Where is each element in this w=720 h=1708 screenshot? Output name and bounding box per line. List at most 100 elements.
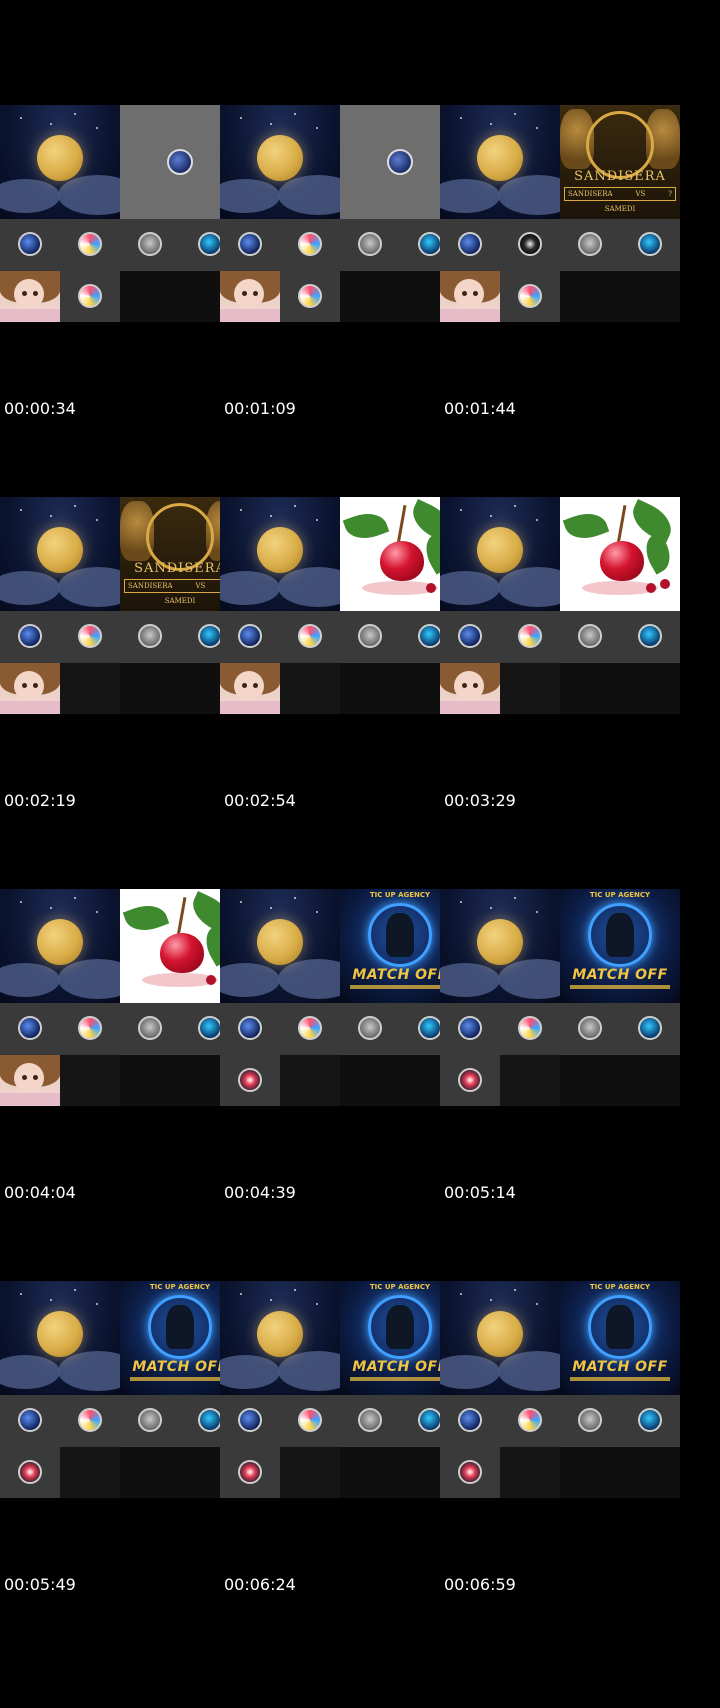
cherry-image-tile bbox=[560, 497, 680, 611]
girl-video-tile[interactable] bbox=[0, 1055, 60, 1106]
participant-tile[interactable] bbox=[220, 1003, 280, 1055]
girl-video-tile[interactable] bbox=[220, 663, 280, 714]
participant-tile[interactable] bbox=[220, 1055, 280, 1106]
fighter-silhouette bbox=[166, 1305, 194, 1349]
participant-avatar bbox=[638, 1016, 662, 1040]
participant-tile[interactable] bbox=[280, 219, 340, 271]
participant-tile[interactable] bbox=[440, 1055, 500, 1106]
participant-tile[interactable] bbox=[0, 1395, 60, 1447]
participant-tile[interactable] bbox=[560, 219, 620, 271]
poster-title: SANDISERA bbox=[574, 169, 666, 184]
participant-tile[interactable] bbox=[340, 1395, 400, 1447]
video-thumbnail[interactable]: 00:01:09 bbox=[220, 0, 460, 427]
participant-tile[interactable] bbox=[440, 611, 500, 663]
moon-video-tile bbox=[440, 889, 560, 1003]
participant-tile[interactable] bbox=[60, 611, 120, 663]
participant-tile[interactable] bbox=[60, 219, 120, 271]
timestamp-label: 00:06:24 bbox=[224, 1575, 296, 1594]
moon-video-tile bbox=[440, 497, 560, 611]
video-thumbnail[interactable]: 00:02:54 bbox=[220, 392, 460, 819]
empty-tile bbox=[120, 271, 180, 322]
girl-video-tile[interactable] bbox=[440, 663, 500, 714]
participant-tile[interactable] bbox=[0, 1447, 60, 1498]
participant-tile[interactable] bbox=[60, 271, 120, 322]
participant-tile[interactable] bbox=[620, 1003, 680, 1055]
participant-avatar bbox=[198, 1408, 222, 1432]
participant-tile[interactable] bbox=[280, 1395, 340, 1447]
video-thumbnail[interactable]: TIC UP AGENCY MATCH OFF 00:06:24 bbox=[220, 1176, 460, 1603]
video-thumbnail[interactable]: 00:03:29 bbox=[440, 392, 680, 819]
video-thumbnail[interactable]: TIC UP AGENCY MATCH OFF 00:05:14 bbox=[440, 784, 680, 1211]
moon-image bbox=[257, 527, 303, 573]
girl-video-tile[interactable] bbox=[0, 663, 60, 714]
participant-avatar bbox=[358, 624, 382, 648]
participant-avatar bbox=[198, 624, 222, 648]
match-off-poster-tile: TIC UP AGENCY MATCH OFF bbox=[560, 1281, 680, 1395]
participant-tile[interactable] bbox=[500, 1003, 560, 1055]
participant-tile[interactable] bbox=[220, 219, 280, 271]
participant-tile[interactable] bbox=[440, 1003, 500, 1055]
video-thumbnail[interactable]: SANDISERASANDISERAVS?SAMEDI 00:02:19 bbox=[0, 392, 240, 819]
call-screen-frame: TIC UP AGENCY MATCH OFF bbox=[440, 1281, 680, 1498]
participant-tile[interactable] bbox=[500, 219, 560, 271]
participant-tile[interactable] bbox=[280, 271, 340, 322]
participant-tile[interactable] bbox=[560, 611, 620, 663]
video-thumbnail[interactable]: SANDISERA SANDISERA VS? SAMEDI 00:01:44 bbox=[440, 0, 680, 427]
participant-tile[interactable] bbox=[220, 1447, 280, 1498]
participant-tile[interactable] bbox=[280, 611, 340, 663]
participant-avatar bbox=[358, 1016, 382, 1040]
participant-tile[interactable] bbox=[120, 1395, 180, 1447]
participant-avatar bbox=[78, 284, 102, 308]
participant-tile[interactable] bbox=[620, 219, 680, 271]
participant-tile[interactable] bbox=[220, 611, 280, 663]
participant-tile[interactable] bbox=[340, 1003, 400, 1055]
girl-video-tile[interactable] bbox=[220, 271, 280, 322]
participant-tile[interactable] bbox=[340, 611, 400, 663]
participant-tile[interactable] bbox=[60, 1395, 120, 1447]
participant-tile[interactable] bbox=[120, 219, 180, 271]
participant-tile[interactable] bbox=[0, 611, 60, 663]
empty-tile bbox=[60, 1447, 120, 1498]
participant-tile[interactable] bbox=[0, 219, 60, 271]
empty-tile bbox=[340, 271, 400, 322]
participant-tile[interactable] bbox=[60, 1003, 120, 1055]
participant-tile[interactable] bbox=[560, 1395, 620, 1447]
video-thumbnail[interactable]: TIC UP AGENCY MATCH OFF 00:05:49 bbox=[0, 1176, 240, 1603]
call-screen-frame: TIC UP AGENCY MATCH OFF bbox=[440, 889, 680, 1106]
participant-tile[interactable] bbox=[120, 611, 180, 663]
participant-tile[interactable] bbox=[560, 1003, 620, 1055]
participant-avatar bbox=[358, 232, 382, 256]
video-thumbnail[interactable]: TIC UP AGENCY MATCH OFF 00:04:39 bbox=[220, 784, 460, 1211]
participant-tile[interactable] bbox=[440, 1447, 500, 1498]
video-thumbnail[interactable]: TIC UP AGENCY MATCH OFF 00:06:59 bbox=[440, 1176, 680, 1603]
call-screen-frame: SANDISERA SANDISERA VS? SAMEDI bbox=[440, 105, 680, 322]
participant-tile[interactable] bbox=[120, 1003, 180, 1055]
participant-tile[interactable] bbox=[500, 1395, 560, 1447]
girl-video-tile[interactable] bbox=[440, 271, 500, 322]
video-thumbnail[interactable]: 00:00:34 bbox=[0, 0, 240, 427]
participant-avatar bbox=[418, 624, 442, 648]
participant-avatar bbox=[238, 1408, 262, 1432]
moon-video-tile bbox=[0, 497, 120, 611]
participant-tile[interactable] bbox=[220, 1395, 280, 1447]
video-thumbnail[interactable]: 00:04:04 bbox=[0, 784, 240, 1211]
girl-video-tile[interactable] bbox=[0, 271, 60, 322]
empty-tile bbox=[280, 1055, 340, 1106]
participant-tile[interactable] bbox=[620, 611, 680, 663]
participant-tile[interactable] bbox=[280, 1003, 340, 1055]
participant-avatar bbox=[458, 232, 482, 256]
participant-tile[interactable] bbox=[0, 1003, 60, 1055]
empty-tile bbox=[120, 1055, 180, 1106]
moon-video-tile bbox=[0, 105, 120, 219]
participant-tile[interactable] bbox=[620, 1395, 680, 1447]
participant-tile[interactable] bbox=[500, 271, 560, 322]
participant-tile[interactable] bbox=[340, 219, 400, 271]
empty-tile bbox=[280, 1447, 340, 1498]
participant-tile[interactable] bbox=[440, 1395, 500, 1447]
call-screen-frame bbox=[220, 105, 460, 322]
participant-tile[interactable] bbox=[500, 611, 560, 663]
fighter-silhouette bbox=[386, 913, 414, 957]
participant-tile[interactable] bbox=[440, 219, 500, 271]
moon-image bbox=[477, 135, 523, 181]
empty-tile bbox=[60, 663, 120, 714]
